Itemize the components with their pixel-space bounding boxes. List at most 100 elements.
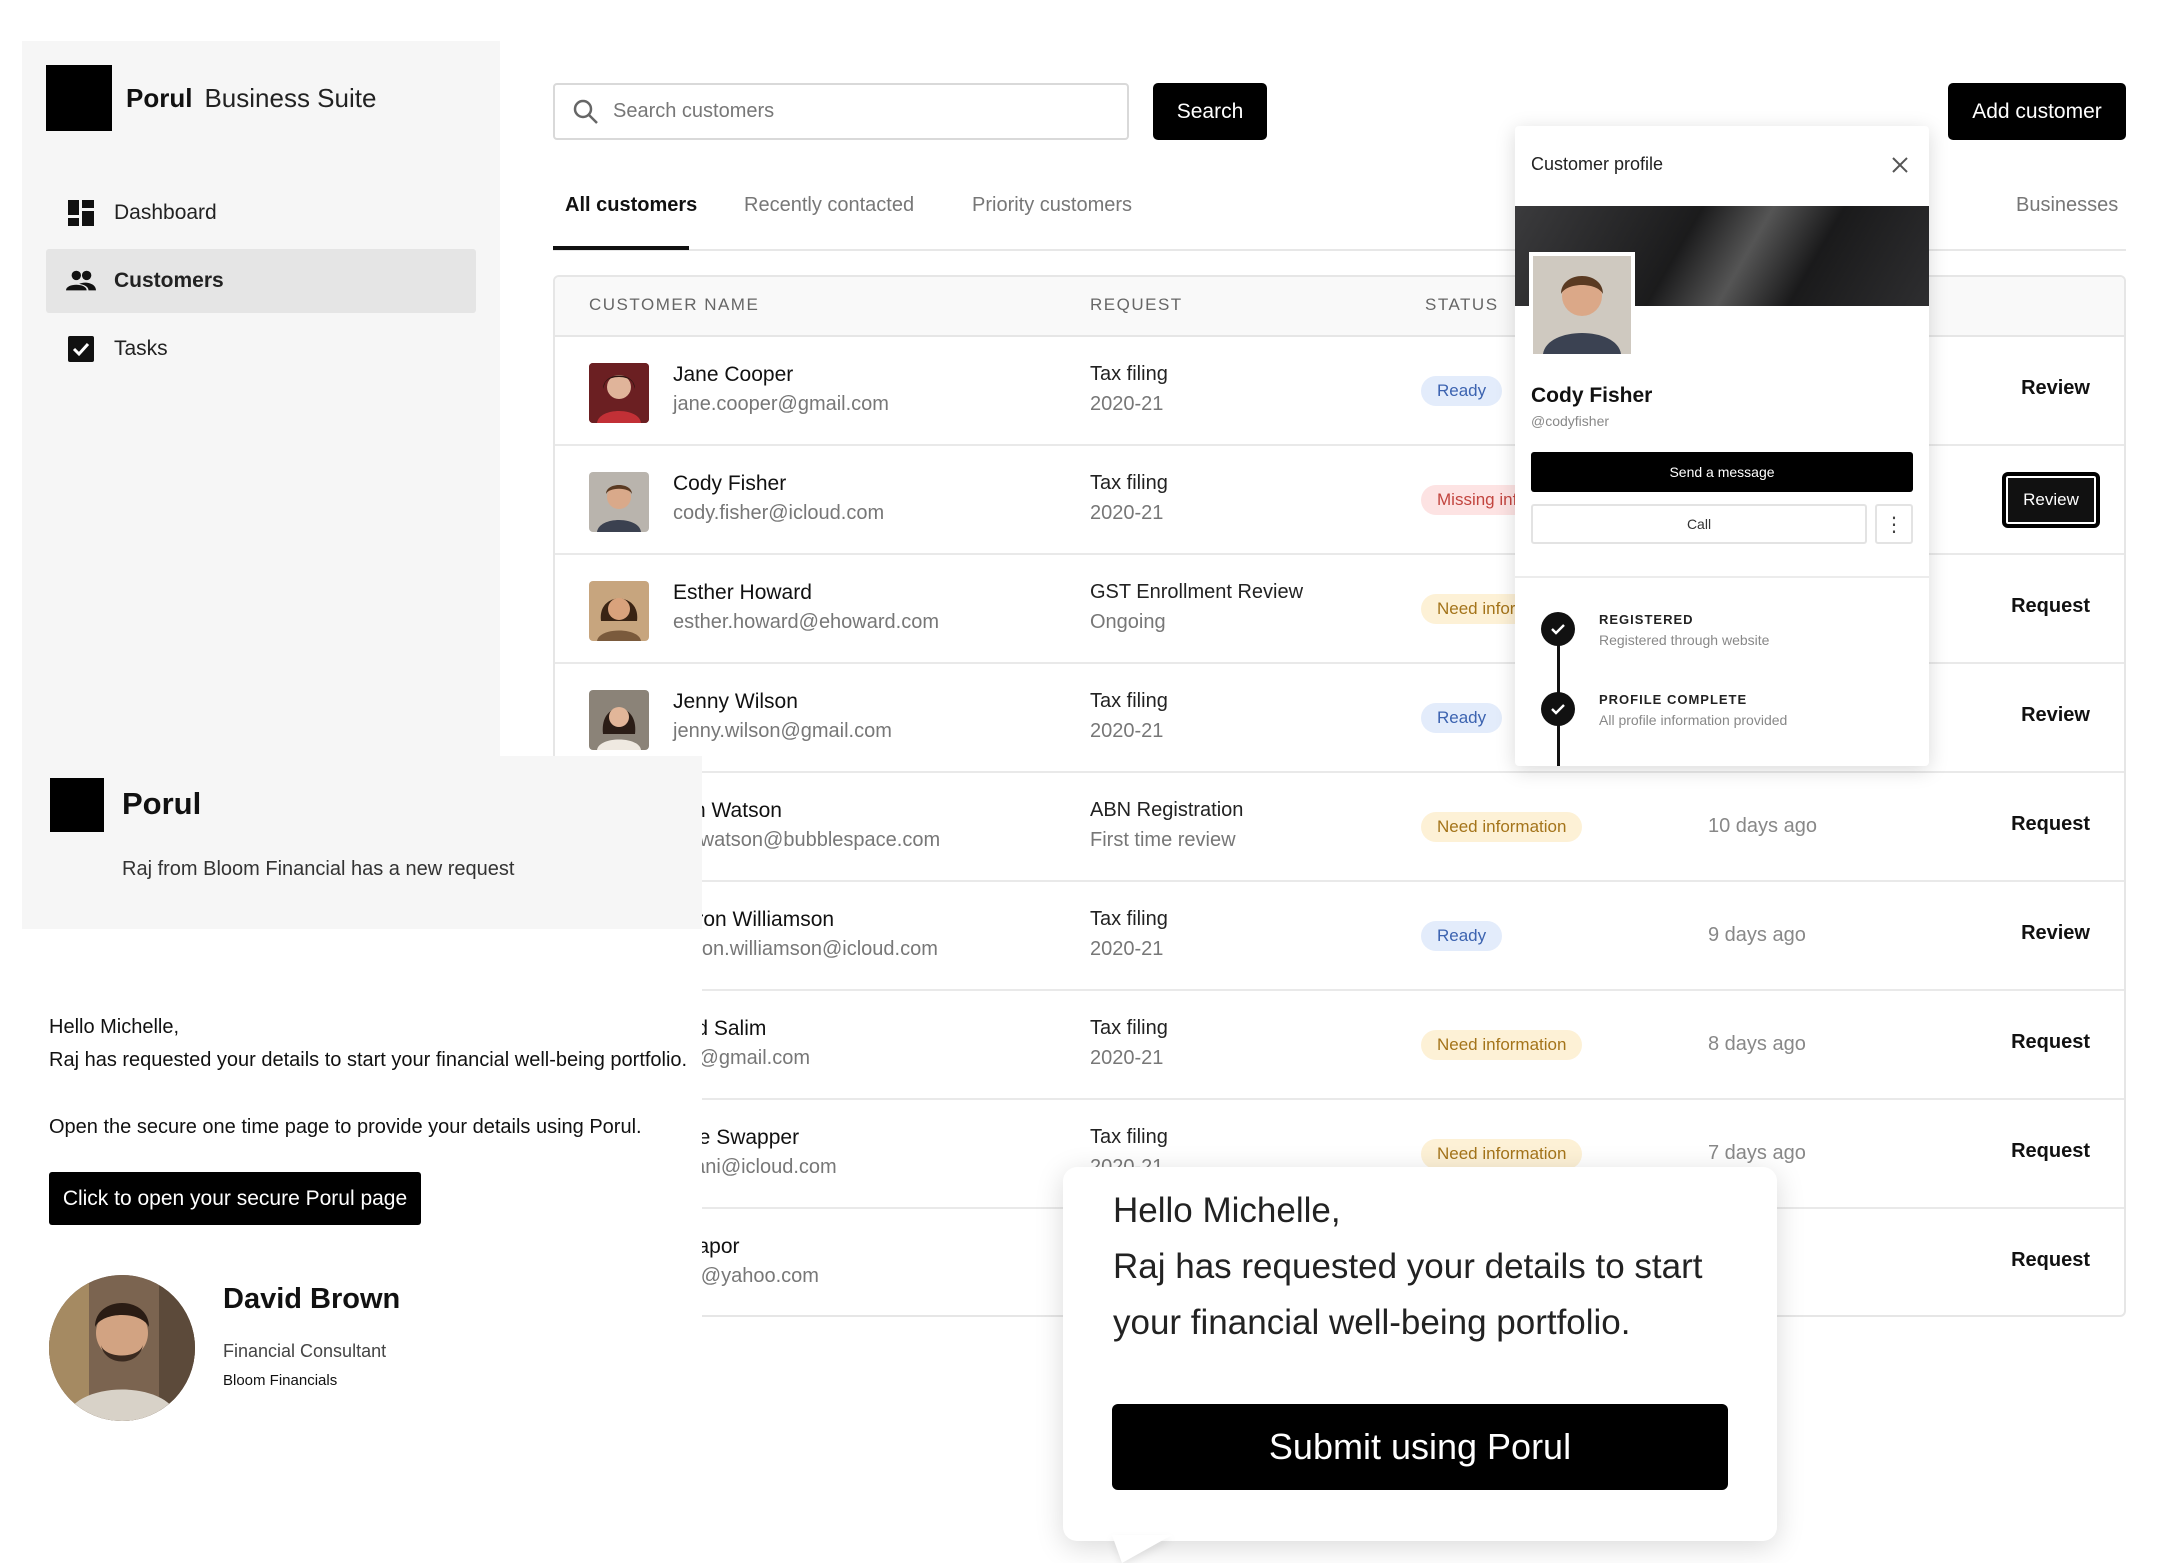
customer-email: jenny.wilson@gmail.com: [673, 720, 892, 742]
tab-recently-contacted[interactable]: Recently contacted: [744, 194, 914, 217]
send-message-button[interactable]: Send a message: [1531, 452, 1913, 492]
status-badge: Need information: [1421, 1030, 1583, 1060]
close-icon[interactable]: [1889, 154, 1911, 176]
message-greeting: Hello Michelle,: [1113, 1191, 1341, 1230]
last-contacted: 8 days ago: [1708, 1033, 1806, 1055]
check-icon: [1541, 692, 1575, 726]
customer-name: Esther Howard: [673, 581, 812, 604]
request-title: ABN Registration: [1090, 799, 1244, 821]
request-title: GST Enrollment Review: [1090, 581, 1304, 603]
avatar: [589, 363, 649, 423]
profile-name: Cody Fisher: [1531, 384, 1653, 407]
notification-brand: Porul: [122, 786, 202, 821]
request-subtitle: 2020-21: [1090, 938, 1164, 960]
profile-avatar: [1529, 252, 1635, 358]
avatar: [589, 581, 649, 641]
people-icon: [66, 266, 96, 296]
avatar: [589, 472, 649, 532]
review-button[interactable]: Review: [2021, 704, 2090, 727]
status-badge: Need information: [1421, 812, 1583, 842]
last-contacted: 7 days ago: [1708, 1142, 1806, 1164]
avatar: [589, 690, 649, 750]
divider: [1515, 576, 1929, 578]
tab-all-customers[interactable]: All customers: [565, 194, 697, 217]
customer-email: tin.watson@bubblespace.com: [673, 829, 941, 851]
sidebar-item-label: Customers: [114, 269, 224, 292]
sidebar-item-label: Tasks: [114, 337, 168, 360]
message-card: Hello Michelle, Raj has requested your d…: [1063, 1167, 1777, 1541]
last-contacted: 9 days ago: [1708, 924, 1806, 946]
request-title: Tax filing: [1090, 472, 1168, 494]
tab-businesses[interactable]: Businesses: [2016, 194, 2118, 217]
status-badge: Ready: [1421, 921, 1503, 951]
request-button[interactable]: Request: [2011, 813, 2090, 836]
email-body-line: Raj has requested your details to start …: [49, 1049, 688, 1071]
status-badge: Need information: [1421, 1139, 1583, 1169]
notification-panel: Porul Raj from Bloom Financial has a new…: [22, 756, 702, 929]
sidebar-item-dashboard[interactable]: Dashboard: [46, 181, 476, 245]
sidebar-nav: Dashboard Customers Tasks: [46, 181, 476, 385]
call-button[interactable]: Call: [1531, 504, 1867, 544]
brand-logo: [46, 65, 112, 131]
open-secure-page-button[interactable]: Click to open your secure Porul page: [49, 1172, 421, 1225]
notification-logo: [50, 778, 104, 832]
review-button[interactable]: Review: [2021, 377, 2090, 400]
column-header-status: STATUS: [1425, 295, 1499, 314]
sender-avatar: [49, 1275, 195, 1421]
request-button[interactable]: Request: [2011, 595, 2090, 618]
email-greeting: Hello Michelle,: [49, 1016, 180, 1038]
step-title: REGISTERED: [1599, 612, 1694, 627]
review-button[interactable]: Review: [2002, 472, 2100, 528]
request-title: Tax filing: [1090, 1017, 1168, 1039]
customer-name: Jane Cooper: [673, 363, 794, 386]
message-body-line: Raj has requested your details to start: [1113, 1247, 1703, 1286]
review-button[interactable]: Review: [2021, 922, 2090, 945]
more-options-icon[interactable]: ⋮: [1875, 504, 1913, 544]
check-icon: [1541, 612, 1575, 646]
message-card-tail: [1112, 1535, 1172, 1563]
customer-email: esther.howard@ehoward.com: [673, 611, 939, 633]
search-box[interactable]: [553, 83, 1129, 140]
request-subtitle: First time review: [1090, 829, 1236, 851]
status-badge: Ready: [1421, 376, 1503, 406]
brand: Porul Business Suite: [46, 65, 376, 131]
request-title: Tax filing: [1090, 1126, 1168, 1148]
request-subtitle: 2020-21: [1090, 502, 1164, 524]
submit-using-porul-button[interactable]: Submit using Porul: [1112, 1404, 1728, 1490]
step-subtitle: All profile information provided: [1599, 712, 1788, 728]
table-row[interactable]: neron Williamson neron.williamson@icloud…: [555, 882, 2124, 991]
request-button[interactable]: Request: [2011, 1140, 2090, 1163]
brand-suite: Business Suite: [204, 82, 377, 113]
sender-role: Financial Consultant: [223, 1341, 387, 1361]
customer-email: cody.fisher@icloud.com: [673, 502, 885, 524]
profile-handle: @codyfisher: [1531, 413, 1610, 429]
search-input[interactable]: [613, 100, 1093, 123]
status-badge: Ready: [1421, 703, 1503, 733]
request-title: Tax filing: [1090, 363, 1168, 385]
sidebar-item-label: Dashboard: [114, 201, 217, 224]
checkbox-icon: [66, 334, 96, 364]
message-body-line: your financial well-being portfolio.: [1113, 1303, 1631, 1342]
profile-title: Customer profile: [1531, 154, 1664, 174]
customer-profile-popover: Customer profile Cody Fisher @codyfisher…: [1515, 126, 1929, 766]
step-subtitle: Registered through website: [1599, 632, 1770, 648]
table-row[interactable]: stin Watson tin.watson@bubblespace.com A…: [555, 773, 2124, 882]
sender-organization: Bloom Financials: [223, 1372, 338, 1389]
active-tab-indicator: [553, 246, 689, 250]
customer-email: jane.cooper@gmail.com: [673, 393, 889, 415]
sidebar-item-customers[interactable]: Customers: [46, 249, 476, 313]
table-row[interactable]: ned Salim lim@gmail.com Tax filing 2020-…: [555, 991, 2124, 1100]
notification-text: Raj from Bloom Financial has a new reque…: [122, 858, 515, 880]
add-customer-button[interactable]: Add customer: [1948, 83, 2126, 140]
request-button[interactable]: Request: [2011, 1031, 2090, 1054]
column-header-name: CUSTOMER NAME: [589, 295, 760, 314]
request-subtitle: 2020-21: [1090, 720, 1164, 742]
request-subtitle: Ongoing: [1090, 611, 1166, 633]
search-button[interactable]: Search: [1153, 83, 1267, 140]
dashboard-icon: [66, 198, 96, 228]
step-title: PROFILE COMPLETE: [1599, 692, 1748, 707]
tab-priority-customers[interactable]: Priority customers: [972, 194, 1132, 217]
last-contacted: 10 days ago: [1708, 815, 1817, 837]
request-button[interactable]: Request: [2011, 1249, 2090, 1272]
sidebar-item-tasks[interactable]: Tasks: [46, 317, 476, 381]
